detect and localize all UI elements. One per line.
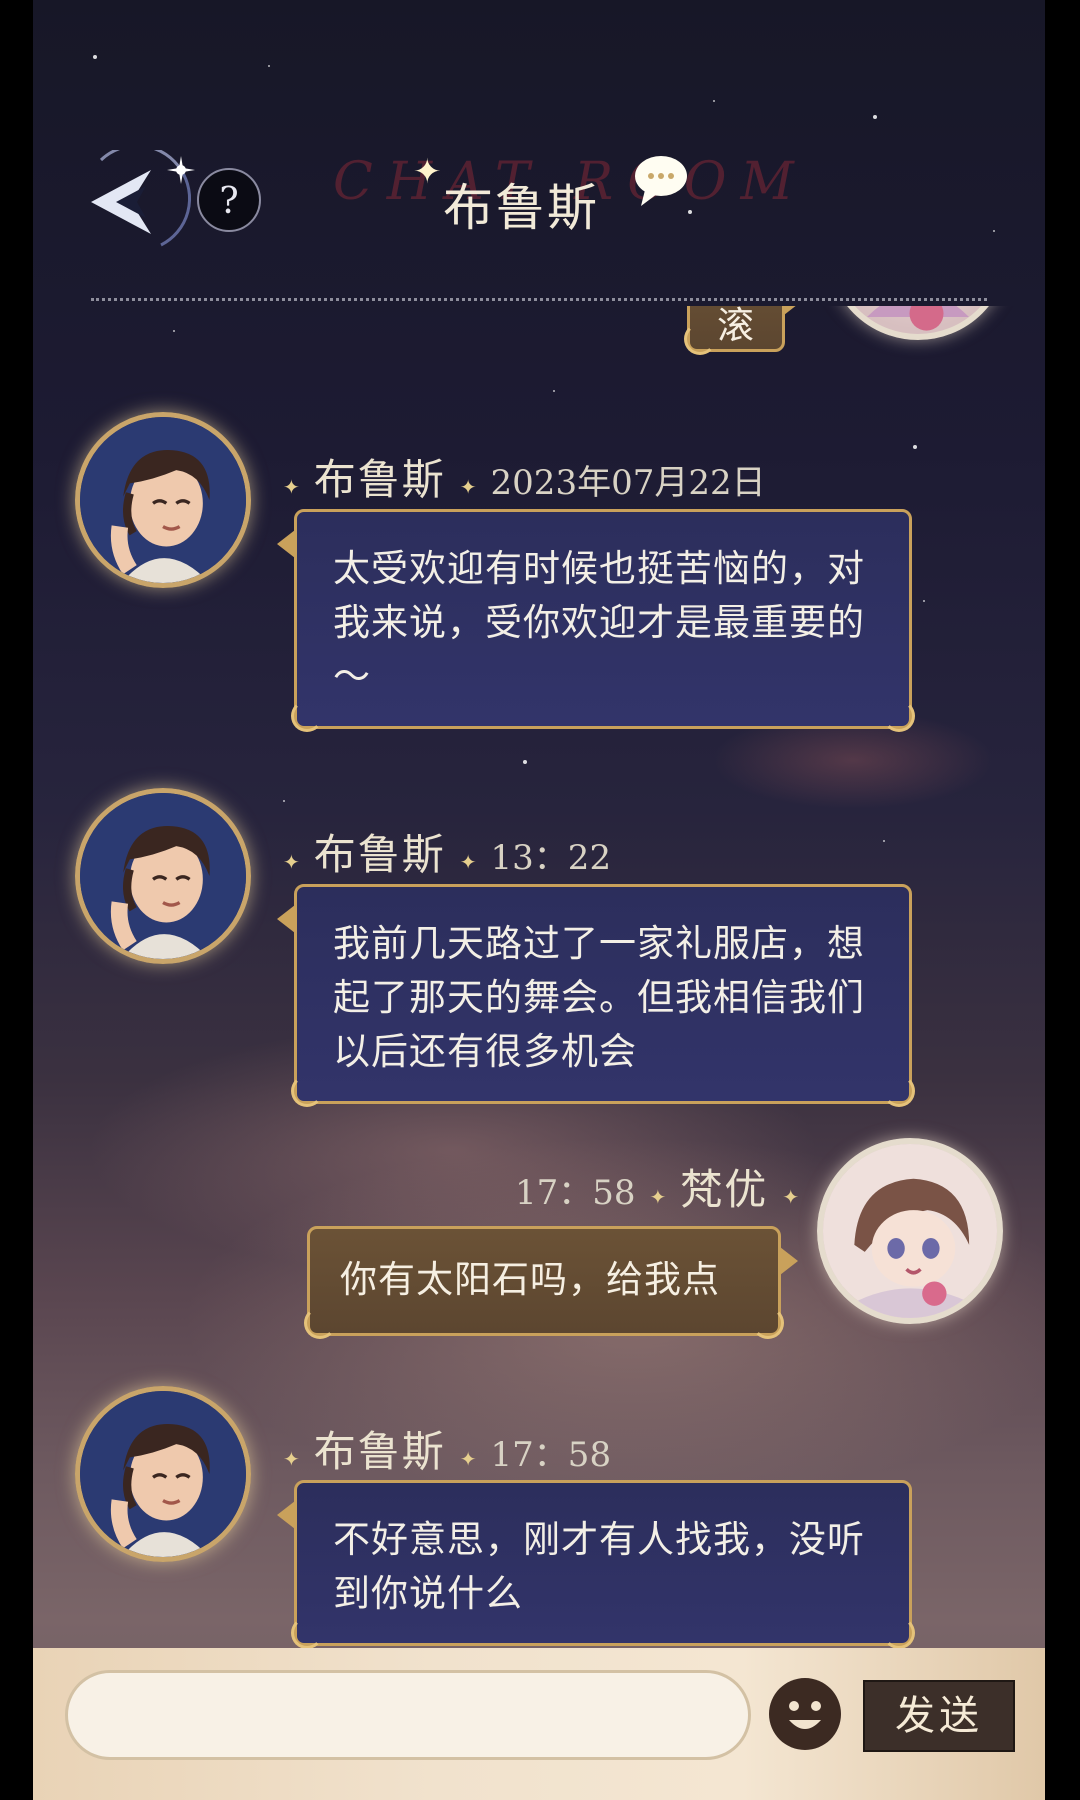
character-avatar-image xyxy=(80,417,246,583)
send-button[interactable]: 发送 xyxy=(863,1680,1015,1752)
sparkle-icon: ✦ xyxy=(459,850,477,874)
bubble-ornament xyxy=(752,1307,784,1339)
message-header: 17：58 ✦ 梵优 ✦ xyxy=(515,1156,799,1217)
header-divider xyxy=(91,298,987,301)
message-bubble[interactable]: 不好意思，刚才有人找我，没听到你说什么 xyxy=(277,1480,915,1648)
message-bubble[interactable]: 我前几天路过了一家礼服店，想起了那天的舞会。但我相信我们以后还有很多机会 xyxy=(277,884,915,1107)
sender-name: 布鲁斯 xyxy=(313,1427,446,1476)
user-avatar-image xyxy=(823,1144,997,1318)
message-text: 太受欢迎有时候也挺苦恼的，对我来说，受你欢迎才是最重要的～ xyxy=(333,547,865,698)
avatar[interactable] xyxy=(827,306,1009,340)
chat-screen: ? CHAT ROOM ✦ 布鲁斯 滚 ✦ 布鲁斯 ✦ 2023年07月22日 … xyxy=(33,0,1045,1800)
message-bubble[interactable]: 滚 xyxy=(684,306,802,355)
user-avatar-image xyxy=(867,306,969,331)
bubble-ornament xyxy=(883,700,915,732)
sparkle-icon: ✦ xyxy=(413,152,442,192)
avatar[interactable] xyxy=(75,788,251,964)
message-input[interactable] xyxy=(65,1670,751,1760)
bubble-ornament xyxy=(291,1617,323,1648)
bubble-ornament xyxy=(291,700,323,732)
sparkle-icon: ✦ xyxy=(782,1185,800,1209)
back-arrow-icon xyxy=(91,144,195,247)
avatar[interactable] xyxy=(817,1138,1003,1324)
bubble-ornament xyxy=(684,323,716,355)
message-header: ✦ 布鲁斯 ✦ 17：58 xyxy=(283,1418,611,1479)
sparkle-icon: ✦ xyxy=(649,1185,667,1209)
message-bubble[interactable]: 你有太阳石吗，给我点 xyxy=(304,1226,798,1339)
sparkle-icon: ✦ xyxy=(283,850,300,874)
message-header: ✦ 布鲁斯 ✦ 2023年07月22日 xyxy=(283,446,766,507)
message-timestamp: 17：58 xyxy=(515,1173,636,1213)
message-timestamp: 2023年07月22日 xyxy=(490,463,766,503)
sender-name: 布鲁斯 xyxy=(313,830,446,879)
message-timestamp: 13：22 xyxy=(490,838,612,878)
page-title: 布鲁斯 xyxy=(443,179,599,237)
smiley-face-icon xyxy=(771,1680,839,1748)
bubble-ornament xyxy=(291,1075,323,1107)
emoji-button[interactable] xyxy=(769,1678,841,1750)
sparkle-icon: ✦ xyxy=(459,1447,477,1471)
message-input-bar: 发送 xyxy=(33,1648,1045,1800)
speech-bubble-icon xyxy=(635,156,687,206)
message-list[interactable]: 滚 ✦ 布鲁斯 ✦ 2023年07月22日 太受欢迎有时候也挺苦恼的，对我来说，… xyxy=(33,306,1045,1648)
back-button[interactable] xyxy=(61,144,211,250)
avatar[interactable] xyxy=(75,1386,251,1562)
sparkle-icon: ✦ xyxy=(283,475,300,499)
avatar[interactable] xyxy=(75,412,251,588)
help-button[interactable]: ? xyxy=(197,168,261,232)
message-text: 不好意思，刚才有人找我，没听到你说什么 xyxy=(333,1518,865,1615)
message-text: 滚 xyxy=(717,306,755,347)
character-avatar-image xyxy=(80,1391,246,1557)
bubble-ornament xyxy=(883,1617,915,1648)
message-timestamp: 17：58 xyxy=(490,1435,612,1475)
bubble-ornament xyxy=(883,1075,915,1107)
sparkle-icon: ✦ xyxy=(459,475,477,499)
sender-name: 梵优 xyxy=(680,1165,769,1214)
sparkle-icon: ✦ xyxy=(283,1447,300,1471)
message-header: ✦ 布鲁斯 ✦ 13：22 xyxy=(283,821,611,882)
message-bubble[interactable]: 太受欢迎有时候也挺苦恼的，对我来说，受你欢迎才是最重要的～ xyxy=(277,509,915,732)
character-avatar-image xyxy=(80,793,246,959)
message-text: 我前几天路过了一家礼服店，想起了那天的舞会。但我相信我们以后还有很多机会 xyxy=(333,922,865,1073)
message-text: 你有太阳石吗，给我点 xyxy=(340,1258,720,1301)
bubble-ornament xyxy=(304,1307,336,1339)
sender-name: 布鲁斯 xyxy=(313,455,446,504)
